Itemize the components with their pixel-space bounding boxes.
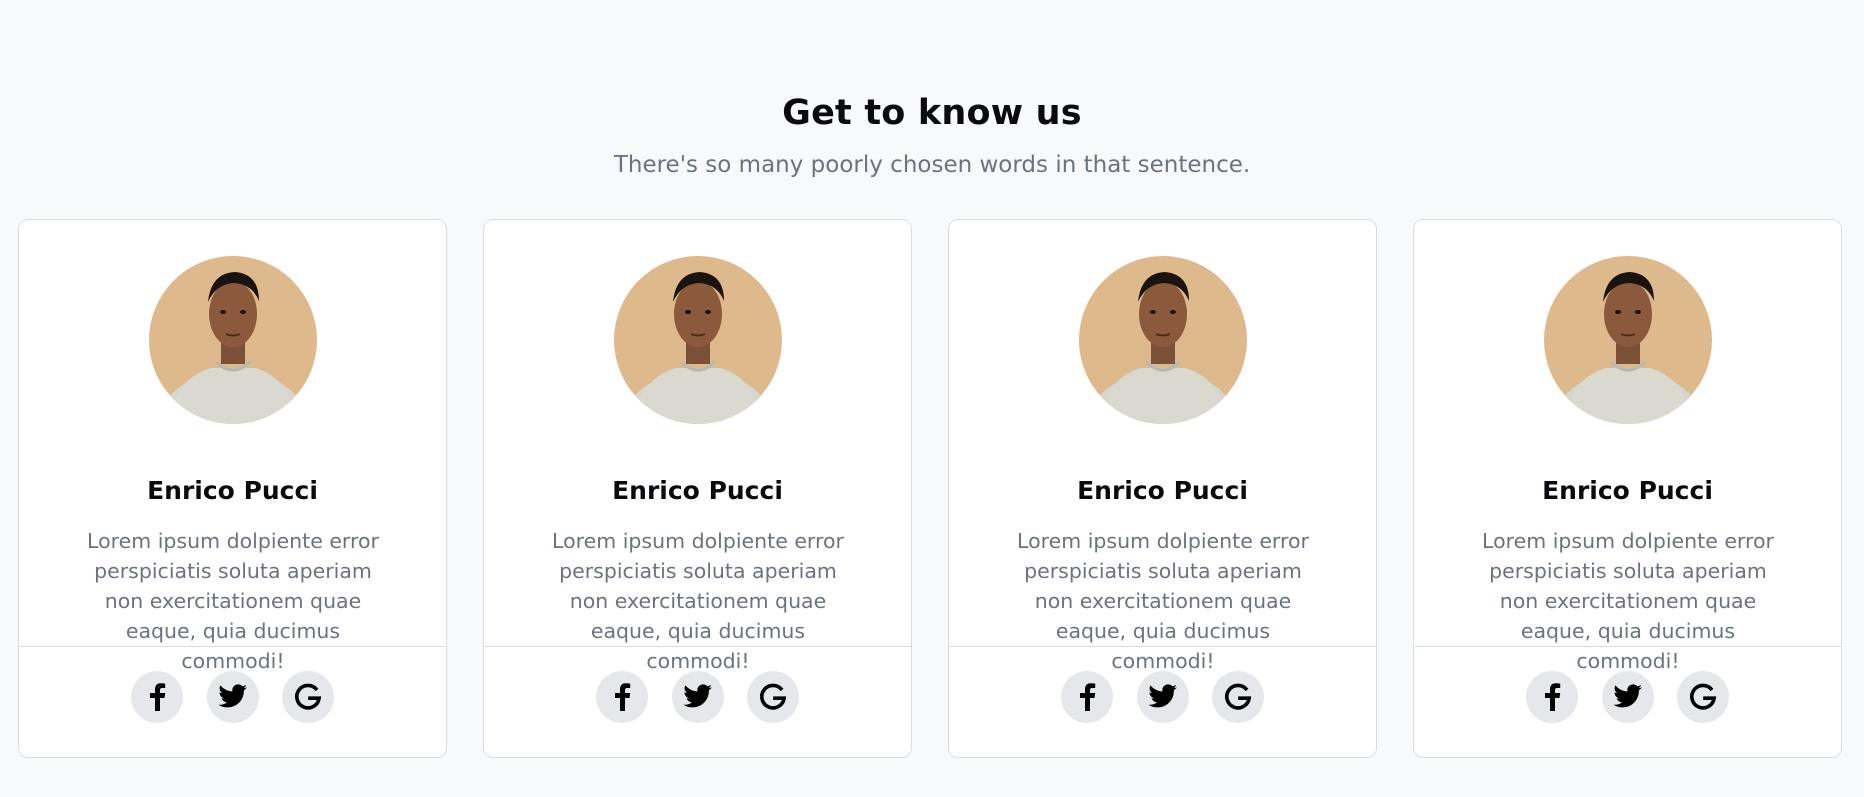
facebook-icon bbox=[150, 683, 166, 711]
facebook-button[interactable] bbox=[1061, 671, 1113, 723]
google-button[interactable] bbox=[747, 671, 799, 723]
team-cards: Enrico Pucci Lorem ipsum dolpiente error… bbox=[18, 219, 1842, 758]
avatar bbox=[149, 256, 317, 424]
member-name: Enrico Pucci bbox=[1542, 475, 1713, 505]
card-body: Enrico Pucci Lorem ipsum dolpiente error… bbox=[484, 220, 911, 673]
twitter-icon bbox=[683, 684, 712, 708]
google-button[interactable] bbox=[1677, 671, 1729, 723]
team-card: Enrico Pucci Lorem ipsum dolpiente error… bbox=[483, 219, 912, 758]
member-name: Enrico Pucci bbox=[1077, 475, 1248, 505]
card-body: Enrico Pucci Lorem ipsum dolpiente error… bbox=[19, 220, 446, 673]
member-name: Enrico Pucci bbox=[147, 475, 318, 505]
section-subtitle: There's so many poorly chosen words in t… bbox=[613, 152, 1251, 178]
facebook-button[interactable] bbox=[1526, 671, 1578, 723]
twitter-icon bbox=[1613, 684, 1642, 708]
google-icon bbox=[1690, 683, 1717, 710]
twitter-button[interactable] bbox=[207, 671, 259, 723]
twitter-button[interactable] bbox=[1137, 671, 1189, 723]
social-links bbox=[19, 647, 446, 757]
team-card: Enrico Pucci Lorem ipsum dolpiente error… bbox=[948, 219, 1377, 758]
google-icon bbox=[760, 683, 787, 710]
avatar bbox=[1544, 256, 1712, 424]
team-card: Enrico Pucci Lorem ipsum dolpiente error… bbox=[1413, 219, 1842, 758]
card-body: Enrico Pucci Lorem ipsum dolpiente error… bbox=[1414, 220, 1841, 673]
google-icon bbox=[295, 683, 322, 710]
social-links bbox=[949, 647, 1376, 757]
google-button[interactable] bbox=[282, 671, 334, 723]
google-icon bbox=[1225, 683, 1252, 710]
avatar bbox=[1079, 256, 1247, 424]
facebook-icon bbox=[1080, 683, 1096, 711]
twitter-button[interactable] bbox=[672, 671, 724, 723]
social-links bbox=[484, 647, 911, 757]
social-links bbox=[1414, 647, 1841, 757]
twitter-icon bbox=[1148, 684, 1177, 708]
team-card: Enrico Pucci Lorem ipsum dolpiente error… bbox=[18, 219, 447, 758]
google-button[interactable] bbox=[1212, 671, 1264, 723]
team-section: Get to know us There's so many poorly ch… bbox=[0, 0, 1864, 797]
section-title: Get to know us bbox=[782, 93, 1082, 134]
avatar bbox=[614, 256, 782, 424]
card-body: Enrico Pucci Lorem ipsum dolpiente error… bbox=[949, 220, 1376, 673]
facebook-button[interactable] bbox=[596, 671, 648, 723]
facebook-icon bbox=[1545, 683, 1561, 711]
twitter-icon bbox=[218, 684, 247, 708]
facebook-icon bbox=[615, 683, 631, 711]
facebook-button[interactable] bbox=[131, 671, 183, 723]
member-name: Enrico Pucci bbox=[612, 475, 783, 505]
twitter-button[interactable] bbox=[1602, 671, 1654, 723]
